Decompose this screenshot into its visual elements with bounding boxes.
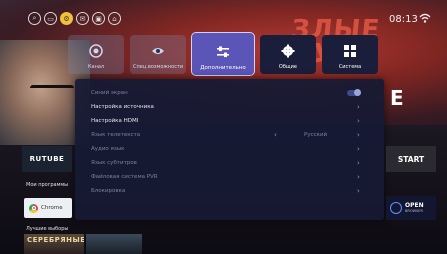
input-icon[interactable]: ▭ <box>44 12 57 25</box>
app-card-start[interactable]: START <box>386 146 436 172</box>
menu-item-blue-screen[interactable]: Синий экран <box>75 86 384 99</box>
store-icon[interactable]: ⌂ <box>108 12 121 25</box>
chevron-left-icon[interactable]: ‹ <box>274 131 277 139</box>
clock: 08:13 <box>389 14 418 25</box>
background-glasses <box>30 85 74 98</box>
menu-item-label: Блокировка <box>91 187 126 194</box>
chevron-right-icon[interactable]: › <box>357 131 360 139</box>
app-card-rutube[interactable]: RUTUBE <box>22 146 72 172</box>
menu-item-label: Настройка HDMI <box>91 117 139 124</box>
open-browser-icon <box>390 202 402 214</box>
toggle-knob <box>354 89 361 96</box>
brand-letter: E <box>390 86 404 110</box>
teletext-language-value: Русский <box>304 131 328 138</box>
menu-item-lock[interactable]: Блокировка › <box>75 184 384 197</box>
tab-label: Система <box>338 64 362 70</box>
menu-item-label: Настройка источника <box>91 103 154 110</box>
search-icon[interactable]: ⌕ <box>28 12 41 25</box>
settings-panel: Синий экран Настройка источника › Настро… <box>75 79 384 220</box>
menu-item-subtitle-language[interactable]: Язык субтитров › <box>75 156 384 169</box>
chrome-label: Chrome <box>41 205 63 211</box>
sliders-icon <box>217 46 229 58</box>
menu-item-hdmi-settings[interactable]: Настройка HDMI › <box>75 114 384 127</box>
poster-card[interactable] <box>86 234 142 254</box>
tab-label: Дополнительно <box>200 65 246 71</box>
menu-item-label: Синий экран <box>91 89 128 96</box>
settings-icon[interactable]: ⚙ <box>60 12 73 25</box>
menu-item-teletext-language[interactable]: Язык телетекста ‹ Русский › <box>75 128 384 141</box>
tab-label: Общие <box>278 64 297 70</box>
rutube-logo-text: RUTUBE <box>29 155 65 163</box>
start-logo-text: START <box>397 154 425 164</box>
menu-item-pvr-filesystem[interactable]: Файловая система PVR › <box>75 170 384 183</box>
menu-item-label: Язык телетекста <box>91 131 141 138</box>
notification-icon[interactable]: ✉ <box>76 12 89 25</box>
poster-card-title: СЕРЕБРЯНЫЕ <box>27 236 84 244</box>
section-best-picks: Лучшие выборы <box>26 226 69 232</box>
chevron-right-icon: › <box>357 144 360 153</box>
tab-accessibility[interactable]: Спец.возможности <box>130 35 187 74</box>
tab-channel[interactable]: Канал <box>68 35 125 74</box>
chevron-right-icon: › <box>357 172 360 181</box>
gear-icon <box>281 44 295 58</box>
menu-item-label: Файловая система PVR <box>91 173 158 180</box>
chevron-right-icon: › <box>357 116 360 125</box>
menu-item-source-settings[interactable]: Настройка источника › <box>75 100 384 113</box>
app-card-open-browser[interactable]: OPEN BROWSER <box>386 196 436 220</box>
chevron-right-icon: › <box>357 186 360 195</box>
chrome-icon <box>29 203 38 213</box>
tab-general[interactable]: Общие <box>259 35 316 74</box>
tab-system[interactable]: Система <box>321 35 379 74</box>
menu-item-label: Аудио язык <box>91 145 125 152</box>
app-card-chrome[interactable]: Chrome <box>24 198 72 218</box>
media-icon[interactable]: ▣ <box>92 12 105 25</box>
channel-icon <box>89 44 103 58</box>
eye-icon <box>152 48 165 54</box>
blue-screen-toggle[interactable] <box>347 89 361 96</box>
grid-icon <box>343 45 356 57</box>
tab-label: Канал <box>87 64 105 70</box>
open-browser-sublabel: BROWSER <box>405 208 423 213</box>
menu-item-audio-language[interactable]: Аудио язык › <box>75 142 384 155</box>
settings-tabs: Канал Спец.возможности Дополнительно Общ… <box>68 32 379 76</box>
chevron-right-icon: › <box>357 158 360 167</box>
wifi-icon <box>419 13 431 23</box>
chevron-right-icon: › <box>357 102 360 111</box>
menu-item-label: Язык субтитров <box>91 159 137 166</box>
open-browser-label: OPEN <box>405 201 424 209</box>
section-my-apps: Мои программы <box>26 182 69 188</box>
tab-advanced[interactable]: Дополнительно <box>191 32 255 76</box>
tab-label: Спец.возможности <box>133 64 184 70</box>
status-bar: ⌕ ▭ ⚙ ✉ ▣ ⌂ <box>28 12 121 30</box>
poster-card[interactable]: СЕРЕБРЯНЫЕ <box>24 234 84 254</box>
